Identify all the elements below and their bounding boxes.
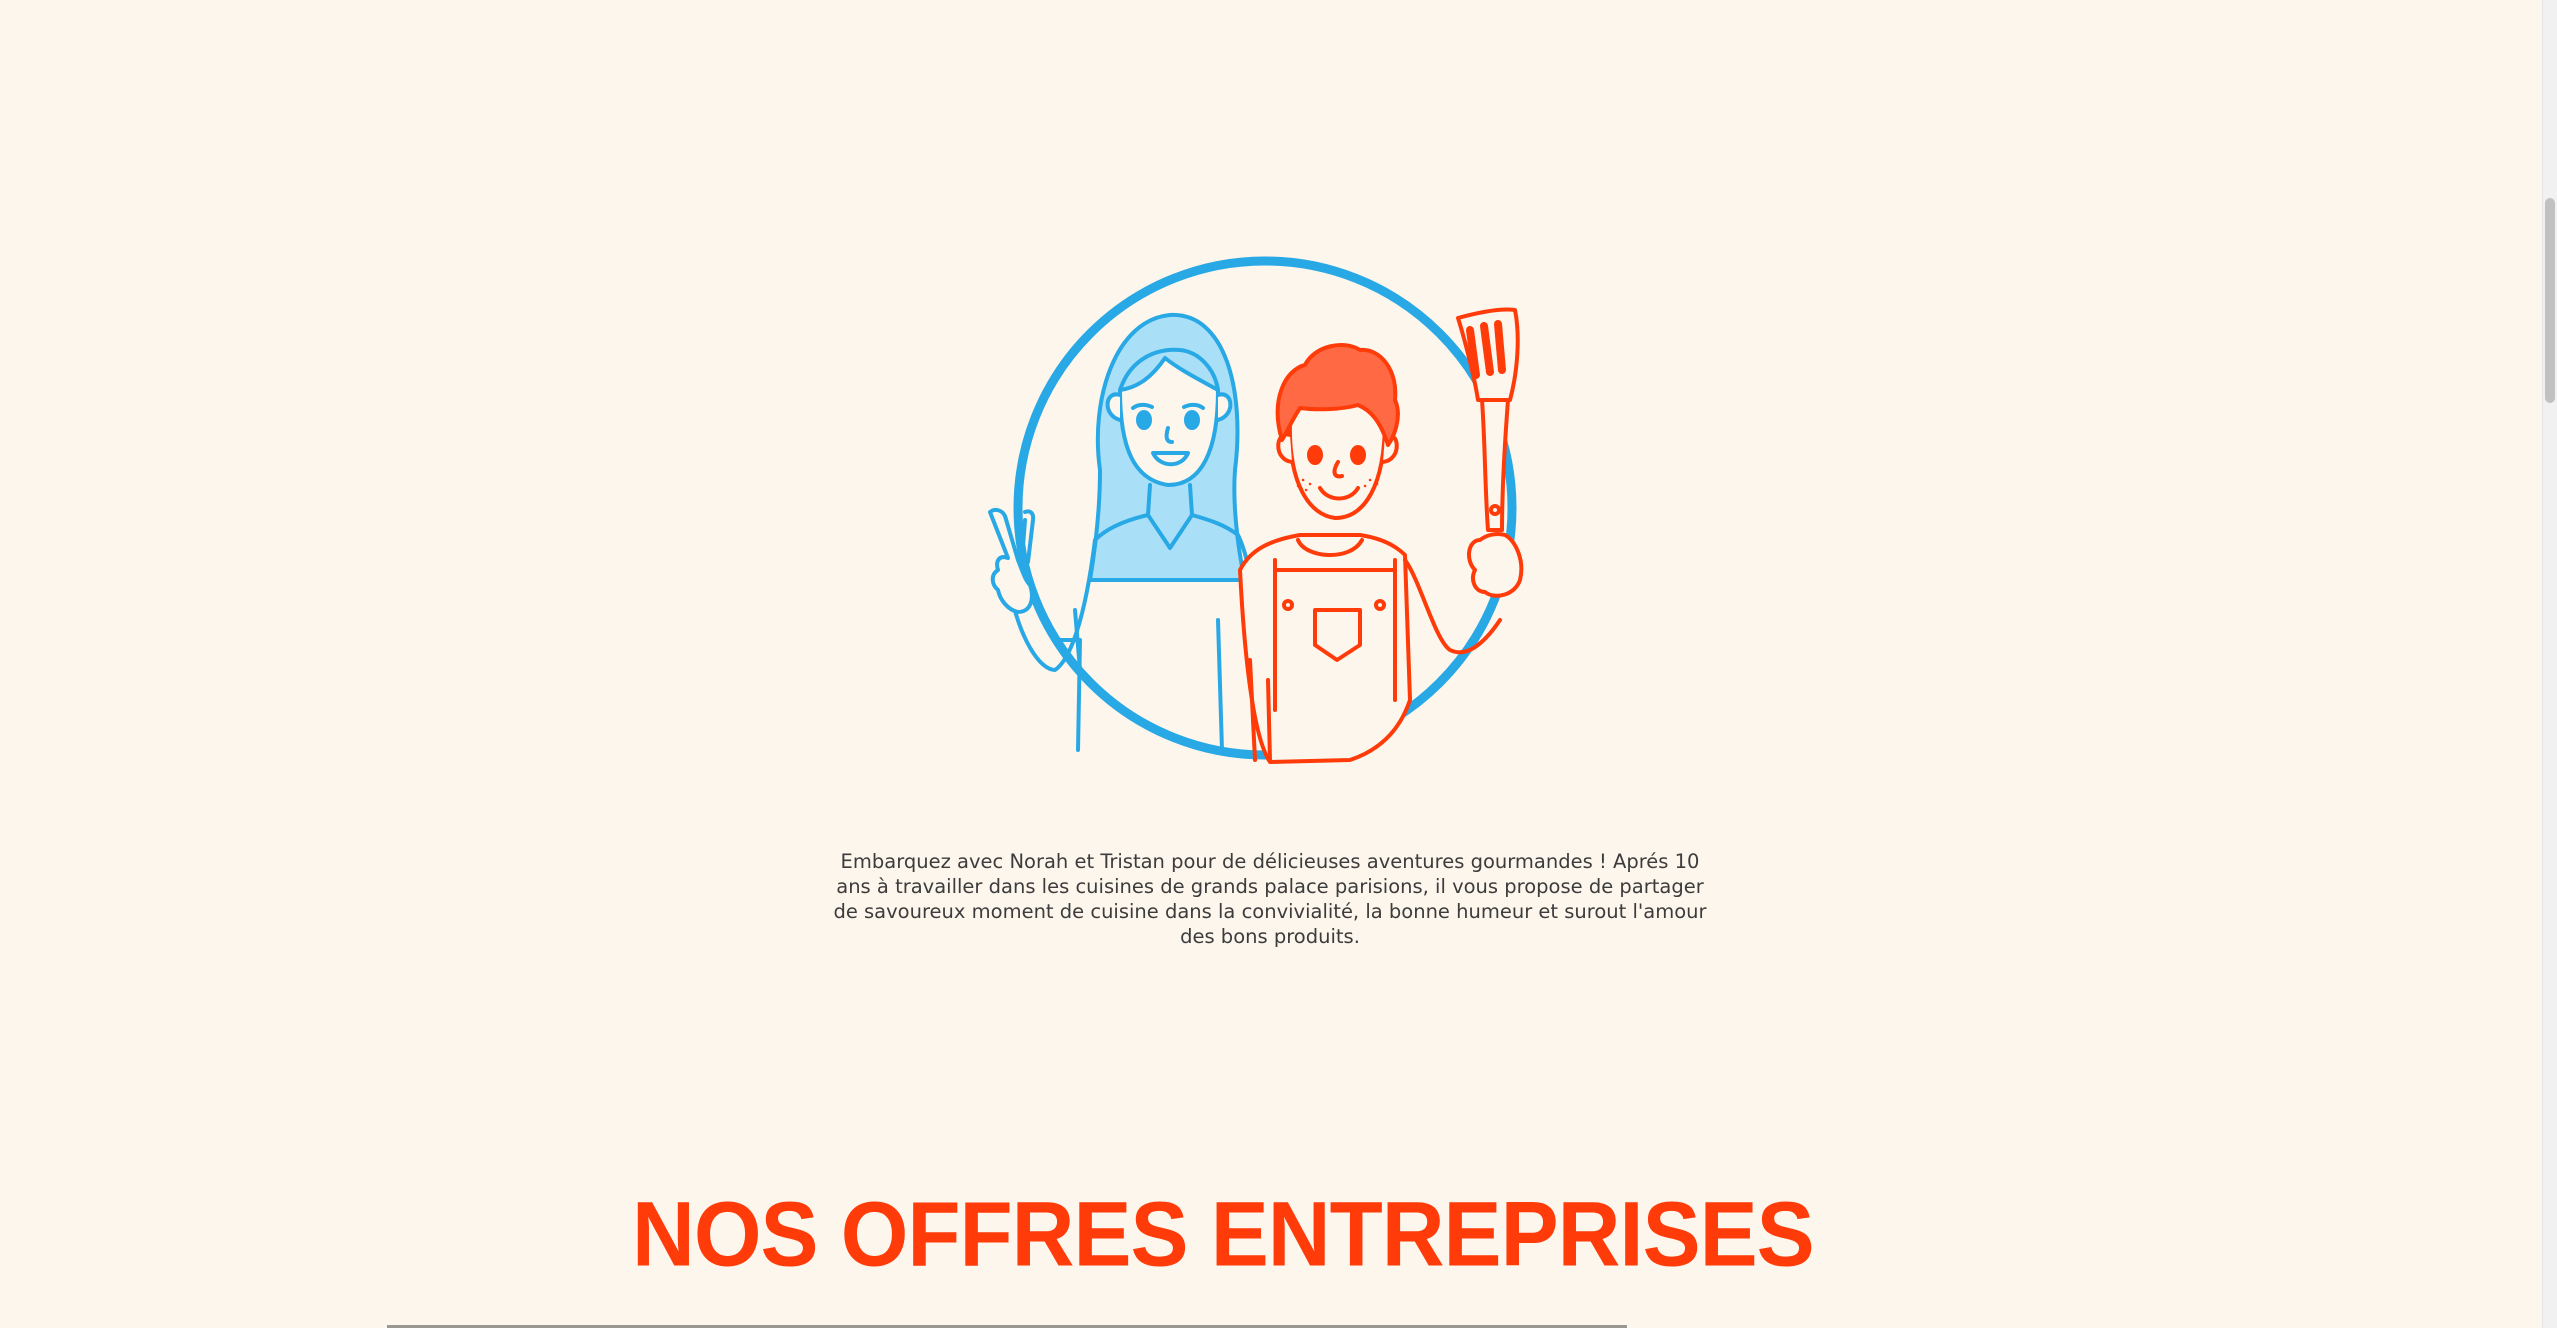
intro-text: Embarquez avec Norah et Tristan pour de … — [833, 849, 1707, 948]
scrollbar[interactable] — [2542, 0, 2557, 1328]
chefs-illustration-icon — [988, 256, 1524, 764]
scrollbar-thumb[interactable] — [2545, 198, 2555, 403]
norah-figure — [988, 312, 1270, 752]
tristan-figure — [1238, 307, 1524, 764]
offers-section-title: NOS OFFRES ENTREPRISES — [632, 1183, 1815, 1286]
page: Embarquez avec Norah et Tristan pour de … — [0, 0, 2557, 1328]
